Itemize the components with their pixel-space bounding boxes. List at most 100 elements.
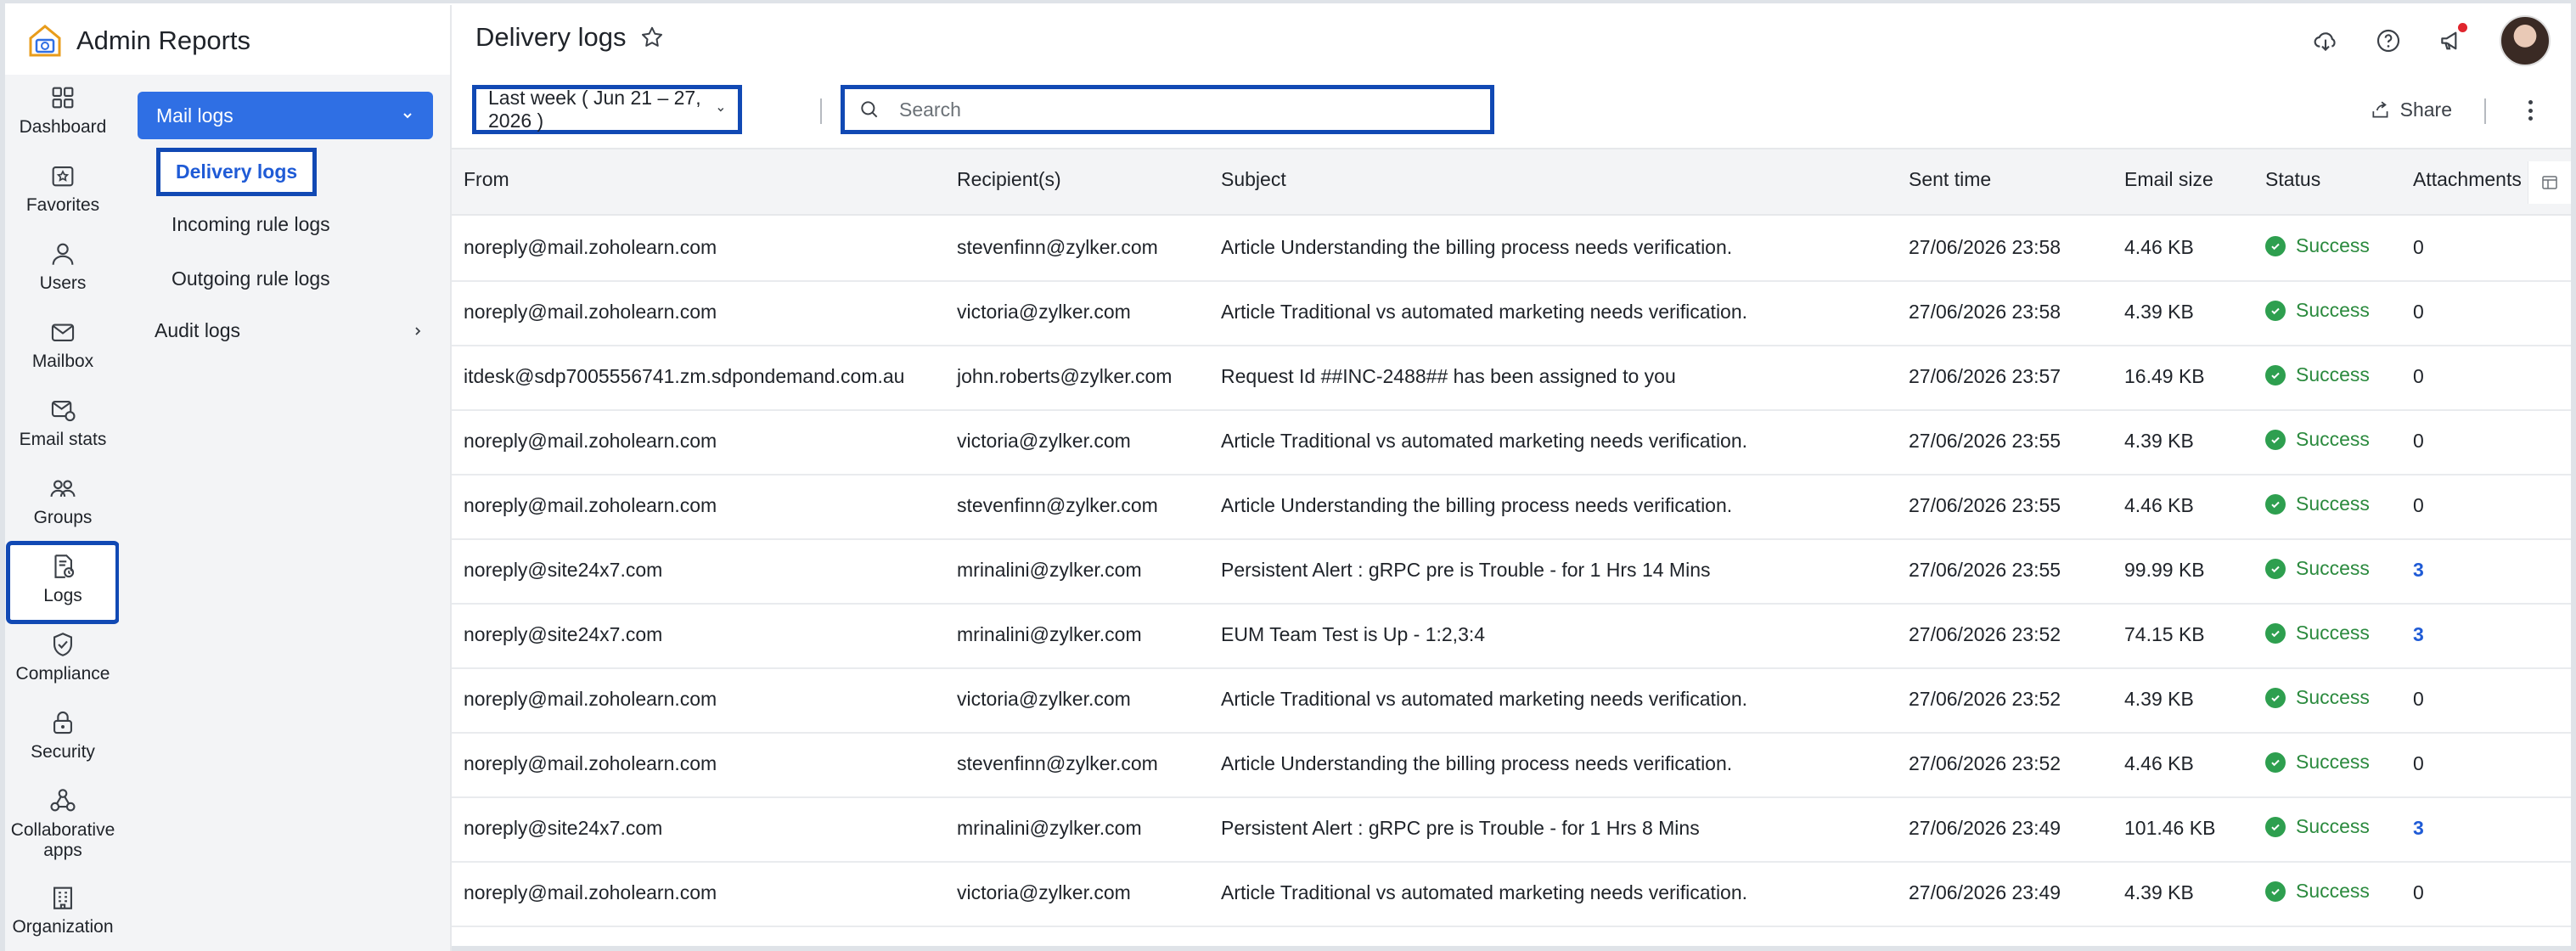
cell-status: Success bbox=[2265, 428, 2370, 451]
table-row[interactable]: noreply@site24x7.com mrinalini@zylker.com… bbox=[452, 538, 2571, 605]
date-range-select[interactable]: Last week ( Jun 21 – 27, 2026 ) bbox=[472, 85, 742, 134]
status-text: Success bbox=[2296, 686, 2370, 708]
cell-recipient: stevenfinn@zylker.com bbox=[957, 752, 1158, 774]
table-row[interactable]: noreply@mail.zoholearn.com victoria@zylke… bbox=[452, 409, 2571, 476]
delivery-logs-table: From Recipient(s) Subject Sent time Emai… bbox=[452, 149, 2571, 951]
column-header-sent-time[interactable]: Sent time bbox=[1909, 168, 1991, 191]
subnav-item-label: Incoming rule logs bbox=[172, 213, 330, 235]
cell-recipient: victoria@zylker.com bbox=[957, 688, 1131, 710]
rail-item-collaborative-apps[interactable]: Collaborative apps bbox=[10, 786, 115, 861]
share-label: Share bbox=[2399, 98, 2452, 121]
cell-attachments: 0 bbox=[2413, 881, 2424, 904]
rail-label: Email stats bbox=[19, 430, 107, 449]
mail-logs-label: Mail logs bbox=[156, 104, 233, 127]
star-icon[interactable] bbox=[639, 25, 665, 50]
cell-attachments: 0 bbox=[2413, 430, 2424, 453]
attachments-link[interactable]: 3 bbox=[2413, 623, 2424, 645]
cell-status: Success bbox=[2265, 299, 2370, 322]
rail-item-security[interactable]: Security bbox=[10, 708, 115, 762]
rail-item-compliance[interactable]: Compliance bbox=[10, 630, 115, 684]
table-row[interactable]: noreply@site24x7.com mrinalini@zylker.com… bbox=[452, 603, 2571, 669]
cell-attachments: 0 bbox=[2413, 752, 2424, 775]
subnav-item-incoming-rule-logs[interactable]: Incoming rule logs bbox=[172, 213, 330, 236]
attachments-count: 0 bbox=[2413, 365, 2424, 387]
status-text: Success bbox=[2296, 622, 2370, 644]
cell-sent-time: 27/06/2026 23:52 bbox=[1909, 688, 2061, 710]
cell-subject: Article Understanding the billing proces… bbox=[1221, 752, 1733, 774]
cell-from: itdesk@sdp7005556741.zm.sdpondemand.com.… bbox=[464, 365, 905, 387]
table-row[interactable]: noreply@mail.zoholearn.com stevenfinn@zyl… bbox=[452, 474, 2571, 540]
table-row[interactable]: noreply@mail.zoholearn.com victoria@zylke… bbox=[452, 280, 2571, 346]
notification-dot bbox=[2458, 23, 2467, 32]
help-icon[interactable] bbox=[2374, 26, 2403, 55]
rail-item-logs[interactable]: Logs bbox=[6, 541, 120, 624]
subnav-item-delivery-logs[interactable]: Delivery logs bbox=[156, 148, 318, 196]
rail-item-mailbox[interactable]: Mailbox bbox=[10, 318, 115, 372]
success-check-icon bbox=[2265, 687, 2286, 708]
cell-attachments: 0 bbox=[2413, 236, 2424, 259]
cell-status: Success bbox=[2265, 751, 2370, 774]
cell-email-size: 99.99 KB bbox=[2124, 559, 2205, 581]
attachments-link[interactable]: 3 bbox=[2413, 817, 2424, 839]
attachments-count: 0 bbox=[2413, 752, 2424, 774]
table-row[interactable]: noreply@mail.zoholearn.com victoria@zylke… bbox=[452, 667, 2571, 734]
sub-navigation: Mail logs Delivery logs Incoming rule lo… bbox=[119, 75, 450, 951]
avatar[interactable] bbox=[2500, 15, 2551, 66]
column-header-attachments[interactable]: Attachments bbox=[2413, 168, 2522, 191]
column-settings-icon[interactable] bbox=[2528, 161, 2571, 204]
organization-icon bbox=[53, 886, 72, 909]
rail-item-organization[interactable]: Organization bbox=[10, 883, 115, 937]
cell-from: noreply@site24x7.com bbox=[464, 623, 663, 645]
groups-icon bbox=[50, 480, 76, 498]
rail-label: Compliance bbox=[15, 664, 110, 684]
rail-item-groups[interactable]: Groups bbox=[10, 474, 115, 528]
user-icon bbox=[52, 243, 74, 265]
download-icon[interactable] bbox=[2311, 26, 2340, 55]
share-button[interactable]: Share bbox=[2370, 98, 2452, 121]
cell-from: noreply@mail.zoholearn.com bbox=[464, 236, 717, 258]
column-header-email-size[interactable]: Email size bbox=[2124, 168, 2213, 191]
table-row[interactable]: noreply@site24x7.com mrinalini@zylker.com… bbox=[452, 796, 2571, 863]
table-row[interactable]: noreply@mail.zoholearn.com stevenfinn@zyl… bbox=[452, 732, 2571, 798]
success-check-icon bbox=[2265, 881, 2286, 902]
column-header-from[interactable]: From bbox=[464, 168, 509, 191]
rail-item-users[interactable]: Users bbox=[10, 239, 115, 294]
column-header-subject[interactable]: Subject bbox=[1221, 168, 1286, 191]
rail-label: Logs bbox=[43, 586, 82, 605]
audit-logs-item[interactable]: Audit logs bbox=[155, 319, 425, 342]
status-text: Success bbox=[2296, 492, 2370, 515]
rail-item-email-stats[interactable]: Email stats bbox=[10, 396, 115, 450]
subnav-item-outgoing-rule-logs[interactable]: Outgoing rule logs bbox=[172, 267, 330, 290]
brand[interactable]: Admin Reports bbox=[25, 17, 250, 65]
column-header-status[interactable]: Status bbox=[2265, 168, 2320, 191]
rail-item-dashboard[interactable]: Dashboard bbox=[10, 83, 115, 138]
icon-rail: Dashboard Favorites Users Mailbox Email … bbox=[5, 75, 120, 951]
page-title: Delivery logs bbox=[475, 22, 627, 52]
cell-email-size: 4.39 KB bbox=[2124, 430, 2194, 452]
share-icon bbox=[2372, 101, 2388, 117]
rail-label: Users bbox=[39, 273, 87, 293]
cell-recipient: john.roberts@zylker.com bbox=[957, 365, 1173, 387]
table-row[interactable]: itdesk@sdp7005556741.zm.sdpondemand.com.… bbox=[452, 345, 2571, 411]
more-options-icon[interactable] bbox=[2522, 95, 2539, 126]
search-input[interactable] bbox=[897, 97, 1444, 122]
cell-subject: Article Traditional vs automated marketi… bbox=[1221, 301, 1748, 323]
table-row[interactable]: noreply@mail.zoholearn.com victoria@zylke… bbox=[452, 861, 2571, 927]
cell-email-size: 4.39 KB bbox=[2124, 688, 2194, 710]
cell-attachments: 0 bbox=[2413, 301, 2424, 324]
attachments-link[interactable]: 3 bbox=[2413, 559, 2424, 581]
search-box[interactable] bbox=[841, 85, 1494, 134]
cell-recipient: mrinalini@zylker.com bbox=[957, 623, 1142, 645]
mail-logs-section[interactable]: Mail logs bbox=[138, 92, 433, 139]
email-stats-icon bbox=[51, 401, 76, 422]
date-range-value: Last week ( Jun 21 – 27, 2026 ) bbox=[488, 87, 701, 132]
rail-item-favorites[interactable]: Favorites bbox=[10, 161, 115, 216]
cell-from: noreply@site24x7.com bbox=[464, 817, 663, 839]
status-text: Success bbox=[2296, 428, 2370, 450]
rail-label: Security bbox=[31, 742, 95, 762]
column-header-recipients[interactable]: Recipient(s) bbox=[957, 168, 1061, 191]
announcement-icon[interactable] bbox=[2437, 23, 2467, 55]
cell-from: noreply@mail.zoholearn.com bbox=[464, 881, 717, 903]
table-row[interactable]: noreply@mail.zoholearn.com stevenfinn@zyl… bbox=[452, 216, 2571, 282]
success-check-icon bbox=[2265, 622, 2286, 644]
